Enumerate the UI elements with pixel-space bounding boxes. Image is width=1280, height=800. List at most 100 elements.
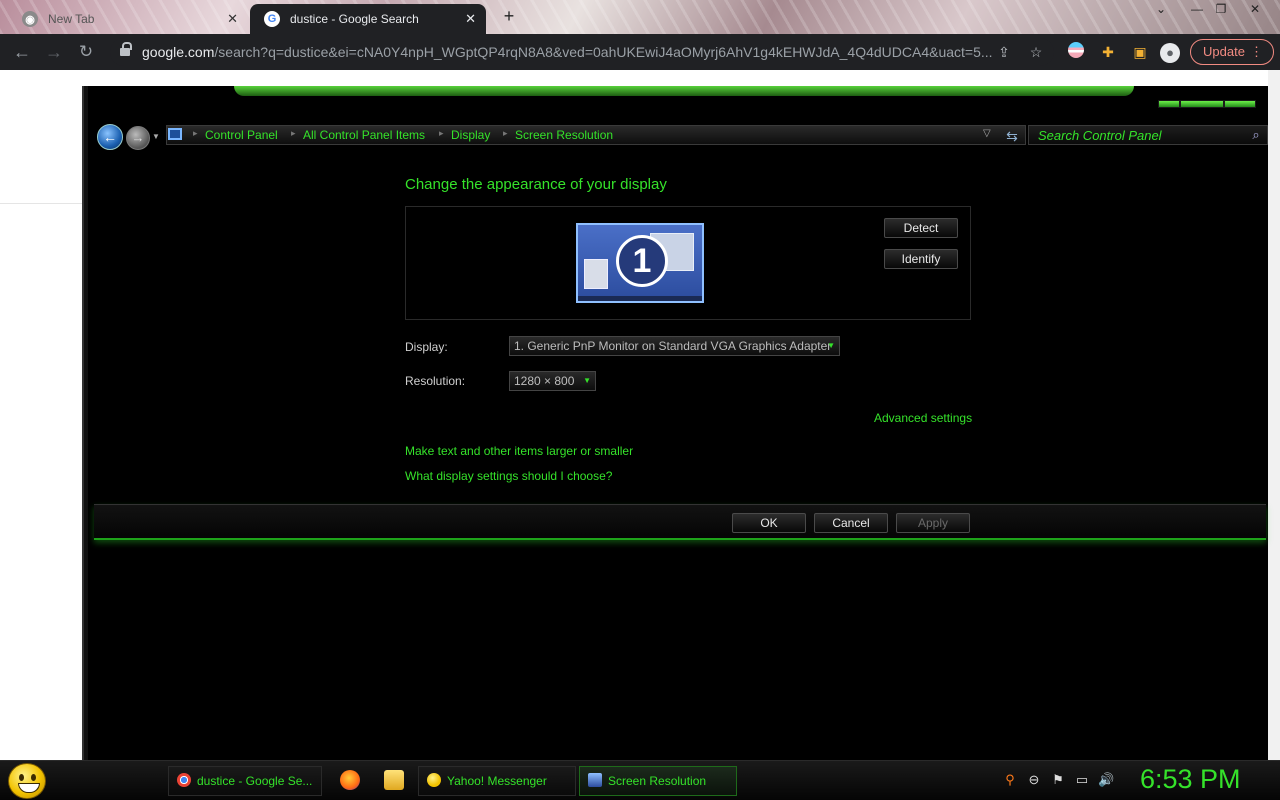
taskbar-item-yahoo-messenger[interactable]: Yahoo! Messenger: [418, 766, 576, 796]
tab-strip: ◉ New Tab ✕ G dustice - Google Search ✕ …: [0, 0, 1280, 34]
reload-icon[interactable]: ↻: [74, 40, 98, 64]
restore-icon[interactable]: ❐: [1208, 0, 1234, 20]
task-label: dustice - Google Se...: [197, 774, 313, 788]
share-icon[interactable]: ⇪: [994, 42, 1014, 62]
taskbar-item-chrome[interactable]: dustice - Google Se...: [168, 766, 322, 796]
close-tab-icon[interactable]: ✕: [227, 11, 238, 27]
monitor-preview-area: 1 Detect Identify: [405, 206, 971, 320]
page-title: Change the appearance of your display: [405, 176, 667, 193]
task-label: Yahoo! Messenger: [447, 774, 547, 788]
update-label: Update: [1203, 44, 1245, 59]
resolution-value: 1280 × 800: [514, 374, 575, 388]
start-button[interactable]: [8, 763, 46, 799]
task-label: Screen Resolution: [608, 774, 707, 788]
recent-pages-dropdown-icon[interactable]: ▼: [152, 132, 160, 141]
yahoo-messenger-icon: [427, 773, 441, 787]
star-icon[interactable]: ☆: [1026, 42, 1046, 62]
search-placeholder: Search Control Panel: [1038, 128, 1162, 143]
ok-button[interactable]: OK: [732, 513, 806, 533]
breadcrumb-separator-icon[interactable]: ▸: [503, 128, 508, 139]
breadcrumb[interactable]: ▸ Control Panel ▸ All Control Panel Item…: [166, 125, 1026, 145]
forward-arrow-icon[interactable]: →: [126, 126, 150, 150]
chrome-favicon-icon: ◉: [22, 11, 38, 27]
forward-arrow-icon[interactable]: →: [42, 40, 66, 64]
chevron-down-icon[interactable]: ▽: [983, 128, 991, 139]
caption-buttons: [1158, 100, 1258, 110]
kebab-menu-icon[interactable]: ⋮: [1250, 40, 1263, 64]
lock-icon[interactable]: [120, 42, 132, 57]
window-top-glow: [234, 86, 1134, 96]
update-button[interactable]: Update ⋮: [1190, 39, 1274, 65]
breadcrumb-separator-icon[interactable]: ▸: [439, 128, 444, 139]
browser-toolbar: ← → ↻ google.com/search?q=dustice&ei=cNA…: [0, 34, 1280, 70]
taskbar-item-screen-resolution[interactable]: Screen Resolution: [579, 766, 737, 796]
monitor-icon: [168, 128, 182, 140]
resolution-label: Resolution:: [405, 374, 466, 388]
chevron-down-icon: ▼: [827, 341, 835, 350]
display-value: 1. Generic PnP Monitor on Standard VGA G…: [514, 339, 832, 353]
minimize-icon[interactable]: [1158, 100, 1180, 108]
new-tab-button[interactable]: +: [500, 6, 518, 28]
url-path: /search?q=dustice&ei=cNA0Y4npH_WGptQP4rq…: [214, 44, 992, 60]
minimize-icon[interactable]: —: [1184, 0, 1210, 20]
screen-resolution-window: ← → ▼ ▸ Control Panel ▸ All Control Pane…: [82, 86, 1268, 760]
close-window-icon[interactable]: [1224, 100, 1256, 108]
display-help-link[interactable]: What display settings should I choose?: [405, 469, 612, 483]
search-icon[interactable]: ⌕: [1247, 126, 1265, 144]
tab-title: dustice - Google Search: [290, 12, 419, 26]
breadcrumb-separator-icon[interactable]: ▸: [193, 128, 198, 139]
preview-window: [584, 259, 608, 289]
extension-flag-icon[interactable]: [1066, 42, 1086, 62]
display-select[interactable]: 1. Generic PnP Monitor on Standard VGA G…: [509, 336, 840, 356]
text-size-link[interactable]: Make text and other items larger or smal…: [405, 444, 633, 458]
breadcrumb-display[interactable]: Display: [451, 128, 490, 142]
breadcrumb-screen-resolution[interactable]: Screen Resolution: [515, 128, 613, 142]
back-arrow-icon[interactable]: ←: [10, 40, 34, 64]
search-tray-icon[interactable]: ⚲: [1002, 772, 1018, 788]
refresh-icon[interactable]: ⇆: [1001, 126, 1023, 146]
folder-icon[interactable]: [384, 770, 404, 790]
cancel-button[interactable]: Cancel: [814, 513, 888, 533]
detect-button[interactable]: Detect: [884, 218, 958, 238]
breadcrumb-separator-icon[interactable]: ▸: [291, 128, 296, 139]
close-tab-icon[interactable]: ✕: [465, 11, 476, 27]
chrome-icon: [177, 773, 191, 787]
tab-search-icon[interactable]: ⌄: [1148, 0, 1174, 20]
taskbar: dustice - Google Se... Yahoo! Messenger …: [0, 760, 1280, 800]
side-panel-icon[interactable]: ▣: [1130, 42, 1150, 62]
url-text[interactable]: google.com/search?q=dustice&ei=cNA0Y4npH…: [142, 44, 992, 60]
tab-google-search[interactable]: G dustice - Google Search ✕: [250, 4, 486, 34]
monitor-1-preview[interactable]: 1: [576, 223, 704, 303]
breadcrumb-control-panel[interactable]: Control Panel: [205, 128, 278, 142]
address-bar[interactable]: google.com/search?q=dustice&ei=cNA0Y4npH…: [110, 38, 1054, 66]
profile-icon[interactable]: ●: [1160, 42, 1180, 63]
maximize-icon[interactable]: [1180, 100, 1224, 108]
google-favicon-icon: G: [264, 11, 280, 27]
back-arrow-icon[interactable]: ←: [97, 124, 123, 150]
puzzle-icon[interactable]: ✚: [1098, 42, 1118, 62]
resolution-select[interactable]: 1280 × 800 ▼: [509, 371, 596, 391]
search-input[interactable]: Search Control Panel ⌕: [1028, 125, 1268, 145]
display-label: Display:: [405, 340, 448, 354]
flag-tray-icon[interactable]: ⚑: [1050, 772, 1066, 788]
clock[interactable]: 6:53 PM: [1140, 764, 1241, 795]
identify-button[interactable]: Identify: [884, 249, 958, 269]
close-window-icon[interactable]: ✕: [1242, 0, 1268, 20]
firefox-icon[interactable]: [340, 770, 360, 790]
chevron-down-icon: ▼: [583, 376, 591, 385]
screen-resolution-icon: [588, 773, 602, 787]
advanced-settings-link[interactable]: Advanced settings: [874, 411, 972, 425]
button-bar: OK Cancel Apply: [94, 504, 1266, 540]
breadcrumb-all-items[interactable]: All Control Panel Items: [303, 128, 425, 142]
preview-taskbar: [578, 296, 702, 301]
monitor-number: 1: [616, 235, 668, 287]
window-border: [84, 86, 88, 760]
tab-title: New Tab: [48, 12, 95, 26]
url-host: google.com: [142, 44, 215, 60]
volume-tray-icon[interactable]: 🔊: [1098, 772, 1114, 788]
apply-button[interactable]: Apply: [896, 513, 970, 533]
network-tray-icon[interactable]: ▭: [1074, 772, 1090, 788]
page-scrollbar[interactable]: [1268, 70, 1280, 760]
no-entry-tray-icon[interactable]: ⊖: [1026, 772, 1042, 788]
tab-new-tab[interactable]: ◉ New Tab ✕: [8, 4, 248, 34]
